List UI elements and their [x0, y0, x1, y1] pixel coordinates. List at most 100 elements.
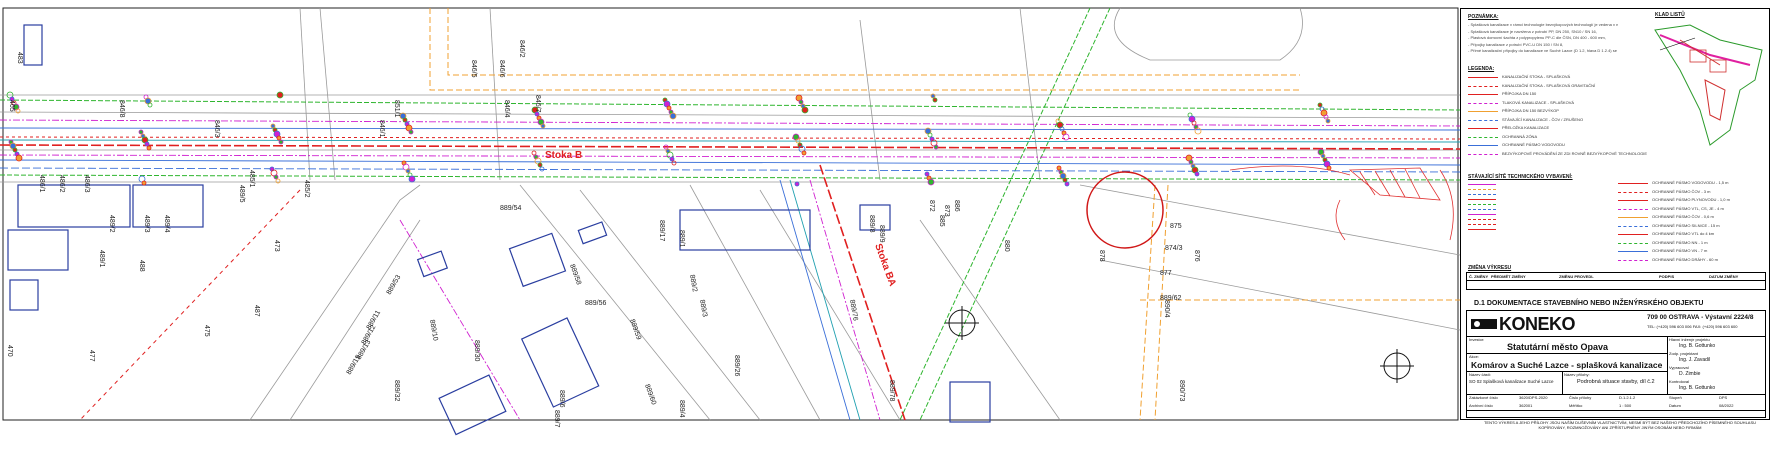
parcel-label: 873	[943, 205, 950, 217]
map-background	[0, 0, 1460, 453]
utility-node	[666, 105, 672, 111]
existing-network-swatch	[1468, 228, 1496, 230]
parcel-label: 846/2	[518, 40, 525, 58]
note-item: - Plastová domovní šachta z polypropylen…	[1468, 35, 1606, 40]
role-name: Ing. B. Gottunko	[1679, 385, 1716, 391]
utility-node	[1317, 102, 1323, 108]
utility-node	[270, 123, 276, 129]
project-name: Komárov a Suché Lazce - splašková kanali…	[1471, 360, 1663, 370]
company-address: 709 00 OSTRAVA - Výstavní 2224/8	[1647, 314, 1754, 321]
utility-node	[1056, 165, 1062, 171]
legend-label: OCHRANNÉ PÁSMO ČOV - 0,6 m	[1652, 214, 1714, 219]
legend-label: STÁVAJÍCÍ KANALIZACE - ČOV / ZRUŠENO	[1502, 116, 1584, 122]
meta-value: DPS	[1719, 395, 1728, 400]
legend-existing-lines	[1468, 180, 1618, 234]
parcel-label: 489/3	[143, 215, 150, 233]
parcel-label: 846/8	[118, 100, 125, 118]
legend-item: OCHRANNÉ PÁSMO NN - 1 m	[1618, 240, 1768, 249]
change-column-header: ZMĚNU PROVEDL	[1559, 274, 1594, 279]
utility-node	[537, 162, 543, 168]
parcel-label: 889/17	[658, 220, 665, 242]
document-title: D.1 DOKUMENTACE STAVEBNÍHO NEBO INŽENÝRS…	[1474, 300, 1704, 307]
parcel-label: 889/56	[585, 300, 607, 307]
utility-node	[534, 111, 540, 117]
parcel-label: 877	[1160, 270, 1172, 277]
legend-item: OCHRANNÉ PÁSMO VODOVODU - 1,5 m	[1618, 180, 1768, 189]
parcel-label: 486/1	[38, 175, 45, 193]
legend-swatch	[1618, 183, 1648, 184]
meta-label: Stupeň	[1669, 395, 1682, 400]
legend-item: OCHRANNÉ PÁSMO SILNICE - 15 m	[1618, 223, 1768, 232]
existing-network-swatch	[1468, 213, 1496, 215]
utility-node	[924, 171, 930, 177]
parcel-label: 489/1	[98, 250, 105, 268]
legend-item: TLAKOVÁ KANALIZACE - SPLAŠKOVÁ	[1468, 100, 1618, 109]
legend-label: OCHRANNÉ PÁSMO VN - 7 m	[1652, 248, 1708, 253]
legend-item: PŘELOŽKA KANALIZACE	[1468, 125, 1618, 134]
investor-name: Statutární město Opava	[1507, 342, 1609, 352]
meta-value: 3620/DPS-2020	[1519, 395, 1548, 400]
parcel-label: 889/8	[868, 215, 875, 233]
legend-label: OCHRANNÉ PÁSMO PLYNOVODU - 1,0 m	[1652, 197, 1730, 202]
utility-node	[540, 123, 546, 129]
legend-label: PŘÍPOJKA DN 150	[1502, 91, 1537, 96]
change-column-header: Č. ZMĚNY	[1469, 274, 1489, 279]
legend-item: OCHRANNÉ PÁSMO VTL do 4 km	[1618, 231, 1768, 240]
change-column-header: PODPIS	[1659, 274, 1675, 279]
note-item: - Přímé kanalizační přípojky do kanaliza…	[1468, 48, 1618, 53]
utility-node	[669, 156, 675, 162]
parcel-label: 889/9	[878, 225, 885, 243]
legend-label: OCHRANNÉ PÁSMO VTL do 4 km	[1652, 231, 1715, 236]
legend-label: PŘELOŽKA KANALIZACE	[1502, 125, 1550, 130]
legend-item: PŘÍPOJKA DN 150	[1468, 91, 1618, 100]
note-item: - Splašková kanalizace je navržena z pot…	[1468, 28, 1597, 34]
meta-cell: Archivní číslo 362001	[1469, 403, 1565, 408]
parcel-label: 890/4	[1163, 300, 1170, 318]
existing-network-swatch	[1468, 208, 1496, 210]
legend-label: OCHRANNÉ PÁSMO VTL, CS, JE - 4 m	[1652, 205, 1724, 211]
role-name: D. Zimbie	[1679, 371, 1701, 377]
parcel-label: 485/1	[248, 170, 255, 188]
notes-title: POZNÁMKA:	[1468, 14, 1499, 20]
parcel-label: 851/1	[393, 100, 400, 118]
legend-label: KANALIZAČNÍ STOKA - SPLAŠKOVÁ GRAVITAČNÍ	[1502, 82, 1596, 88]
parcel-label: 846/1	[378, 120, 385, 138]
existing-network-swatch	[1468, 203, 1496, 205]
legend-swatch	[1618, 217, 1648, 218]
company-logo: KONEKO	[1469, 313, 1589, 335]
utility-node	[141, 180, 147, 186]
legend-label: OCHRANNÉ PÁSMO VODOVODU - 1,5 m	[1652, 180, 1729, 185]
note-item: - Přípojky kanalizace z potrubí PVC-U DN…	[1468, 41, 1564, 47]
legend-label: OCHRANNÉ PÁSMO VODOVODU	[1502, 142, 1565, 147]
title-block: KONEKO 709 00 OSTRAVA - Výstavní 2224/8 …	[1466, 310, 1766, 418]
role-entry: Zodp. projektant Ing. J. Zavadil	[1669, 351, 1765, 365]
legend-swatch	[1468, 136, 1498, 138]
change-column-header: PŘEDMĚT ZMĚNY	[1491, 274, 1526, 279]
parcel-label: 473	[273, 240, 280, 252]
legend-item: BEZVÝKOPOVÉ PROVÁDĚNÍ ZE ZDI ROVNĚ BEZVÝ…	[1468, 151, 1647, 160]
parcel-label: 880	[1003, 240, 1010, 252]
roles-list: Hlavní inženýr projektu Ing. B. Gottunko Z…	[1669, 337, 1765, 393]
parcel-label: 889/1	[678, 230, 685, 248]
legend-item: OCHRANNÁ ZÓNA	[1468, 134, 1618, 143]
role-label: Zodp. projektant	[1669, 351, 1698, 356]
investor-label: Investor:	[1469, 337, 1485, 342]
legend-label: OCHRANNÉ PÁSMO ČOV - 3 m	[1652, 188, 1711, 194]
legend-item: PŘÍPOJKA DN 150 BEZVÝKOP	[1468, 108, 1618, 117]
meta-cell: Číslo přílohy D.1.2.1.2	[1569, 395, 1665, 400]
legend-swatch	[1468, 85, 1498, 87]
change-column-header: DATUM ZMĚNY	[1709, 274, 1739, 279]
parcel-label: 489/4	[163, 215, 170, 233]
title-sheet: POZNÁMKA: - Splašková kanalizace v rámci…	[1460, 0, 1774, 453]
utility-node	[1320, 153, 1326, 159]
role-label: Kontroloval	[1669, 379, 1690, 384]
legend-item: KANALIZAČNÍ STOKA - SPLAŠKOVÁ	[1468, 74, 1618, 83]
utility-node	[402, 117, 408, 123]
meta-cell: Datum 08/2022	[1669, 403, 1765, 408]
legend-item: KANALIZAČNÍ STOKA - SPLAŠKOVÁ GRAVITAČNÍ	[1468, 83, 1618, 92]
utility-node	[138, 129, 144, 135]
parcel-label: 889/30	[473, 340, 480, 362]
object-name: SO 02 Splašková kanalizace Suché Lazce	[1469, 379, 1554, 384]
key-map-title: KLAD LISTŮ	[1655, 12, 1685, 18]
meta-value: D.1.2.1.2	[1619, 395, 1636, 400]
